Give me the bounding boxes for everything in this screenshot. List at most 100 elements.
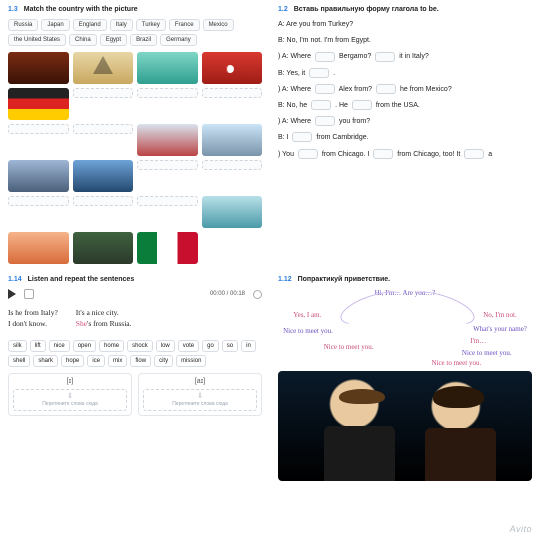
country-pill[interactable]: Russia: [8, 19, 38, 31]
bubble: Nice to meet you.: [283, 327, 333, 335]
exercise-header: 1.3 Match the country with the picture: [8, 6, 262, 13]
answer-slot[interactable]: [137, 196, 198, 206]
word-chip[interactable]: shell: [8, 355, 30, 367]
blank-input[interactable]: [352, 100, 372, 110]
country-pill[interactable]: England: [73, 19, 107, 31]
country-image[interactable]: [8, 232, 69, 264]
answer-slot[interactable]: [202, 88, 263, 98]
play-icon[interactable]: [8, 289, 16, 299]
phon-label: [ɪ]: [13, 378, 127, 385]
country-image[interactable]: [202, 196, 263, 228]
exercise-number: 1.12: [278, 276, 292, 283]
exercise-1-3: 1.3 Match the country with the picture R…: [0, 0, 270, 270]
phonetic-columns: [ɪ] ⇩ Перетяните слова сюда [aɪ] ⇩ Перет…: [8, 373, 262, 416]
volume-icon[interactable]: [24, 289, 34, 299]
word-chip[interactable]: in: [241, 340, 256, 352]
blank-input[interactable]: [292, 132, 312, 142]
exercise-number: 1.14: [8, 276, 22, 283]
celebrity-photo: [278, 371, 532, 481]
word-chip[interactable]: city: [154, 355, 173, 367]
word-chip[interactable]: nice: [49, 340, 70, 352]
word-chip[interactable]: ice: [87, 355, 105, 367]
exercise-1-12: 1.12 Попрактикуй приветствие. Hi, I'm… A…: [270, 270, 540, 540]
blank-input[interactable]: [315, 84, 335, 94]
country-pill[interactable]: Germany: [160, 34, 197, 46]
country-pill[interactable]: Turkey: [136, 19, 166, 31]
download-icon: ⇩: [197, 392, 203, 400]
answer-slot[interactable]: [73, 88, 134, 98]
answer-slot[interactable]: [8, 124, 69, 134]
download-icon: ⇩: [67, 392, 73, 400]
bubble: What's your name?: [473, 325, 527, 333]
greeting-diagram: Hi, I'm… Are you…? Yes, I am. No, I'm no…: [278, 289, 532, 365]
word-chip[interactable]: shark: [33, 355, 58, 367]
dialogue-line: ) A: Where you from?: [278, 116, 532, 127]
country-pill[interactable]: Mexico: [203, 19, 234, 31]
word-chip[interactable]: mix: [108, 355, 127, 367]
country-image[interactable]: [8, 160, 69, 192]
gear-icon[interactable]: [253, 290, 262, 299]
phon-col-left: [ɪ] ⇩ Перетяните слова сюда: [8, 373, 132, 416]
word-chip[interactable]: lift: [30, 340, 46, 352]
title-text: Вставь правильную форму глагола: [294, 6, 420, 13]
word-chip[interactable]: flow: [130, 355, 151, 367]
word-chip[interactable]: silk: [8, 340, 27, 352]
country-pill[interactable]: Italy: [110, 19, 133, 31]
example-sentences: Is he from Italy? I don't know. It's a n…: [8, 307, 262, 330]
bubble: I'm…: [470, 337, 486, 345]
answer-slot[interactable]: [8, 196, 69, 206]
country-image[interactable]: [137, 232, 198, 264]
blank-input[interactable]: [376, 84, 396, 94]
country-pill[interactable]: the United States: [8, 34, 66, 46]
country-pill[interactable]: China: [69, 34, 97, 46]
country-image[interactable]: [73, 52, 134, 84]
answer-slot[interactable]: [137, 88, 198, 98]
blank-input[interactable]: [311, 100, 331, 110]
country-pill[interactable]: Japan: [41, 19, 69, 31]
dialogue-line: ) A: Where Bergamo? it in Italy?: [278, 51, 532, 62]
word-chip[interactable]: mission: [176, 355, 206, 367]
answer-slot[interactable]: [202, 160, 263, 170]
drop-zone[interactable]: ⇩ Перетяните слова сюда: [143, 389, 257, 411]
exercise-number: 1.3: [8, 6, 18, 13]
dialogue-line: ) You from Chicago. I from Chicago, too!…: [278, 149, 532, 160]
word-chip[interactable]: so: [222, 340, 238, 352]
word-chip[interactable]: go: [202, 340, 219, 352]
country-pill[interactable]: France: [169, 19, 200, 31]
exercise-title: Listen and repeat the sentences: [28, 276, 135, 283]
word-chip[interactable]: hope: [61, 355, 84, 367]
answer-slot[interactable]: [73, 124, 134, 134]
bubble: Nice to meet you.: [431, 359, 481, 367]
word-chip[interactable]: shock: [127, 340, 153, 352]
word-chip[interactable]: home: [99, 340, 124, 352]
word-chip[interactable]: vote: [178, 340, 199, 352]
answer-slot[interactable]: [137, 160, 198, 170]
answer-slot[interactable]: [73, 196, 134, 206]
country-image[interactable]: [8, 88, 69, 120]
blank-input[interactable]: [464, 149, 484, 159]
exercise-header: 1.2 Вставь правильную форму глагола to b…: [278, 6, 532, 13]
exercise-title: Попрактикуй приветствие.: [298, 276, 391, 283]
country-pill[interactable]: Brazil: [130, 34, 157, 46]
country-image[interactable]: [73, 232, 134, 264]
country-image[interactable]: [73, 160, 134, 192]
blank-input[interactable]: [315, 116, 335, 126]
word-chip[interactable]: open: [73, 340, 96, 352]
audio-time: 00:00 / 00:18: [210, 291, 245, 297]
country-pill-row: RussiaJapan EnglandItalyTurkeyFranceMexic…: [8, 19, 262, 46]
country-pill[interactable]: Egypt: [100, 34, 127, 46]
blank-input[interactable]: [373, 149, 393, 159]
title-bold: to be.: [420, 6, 439, 13]
country-image[interactable]: [202, 52, 263, 84]
country-image[interactable]: [137, 124, 198, 156]
blank-input[interactable]: [309, 68, 329, 78]
exercise-title: Вставь правильную форму глагола to be.: [294, 6, 439, 13]
blank-input[interactable]: [375, 52, 395, 62]
word-chip[interactable]: low: [156, 340, 175, 352]
blank-input[interactable]: [315, 52, 335, 62]
drop-zone[interactable]: ⇩ Перетяните слова сюда: [13, 389, 127, 411]
country-image[interactable]: [137, 52, 198, 84]
country-image[interactable]: [8, 52, 69, 84]
blank-input[interactable]: [298, 149, 318, 159]
country-image[interactable]: [202, 124, 263, 156]
